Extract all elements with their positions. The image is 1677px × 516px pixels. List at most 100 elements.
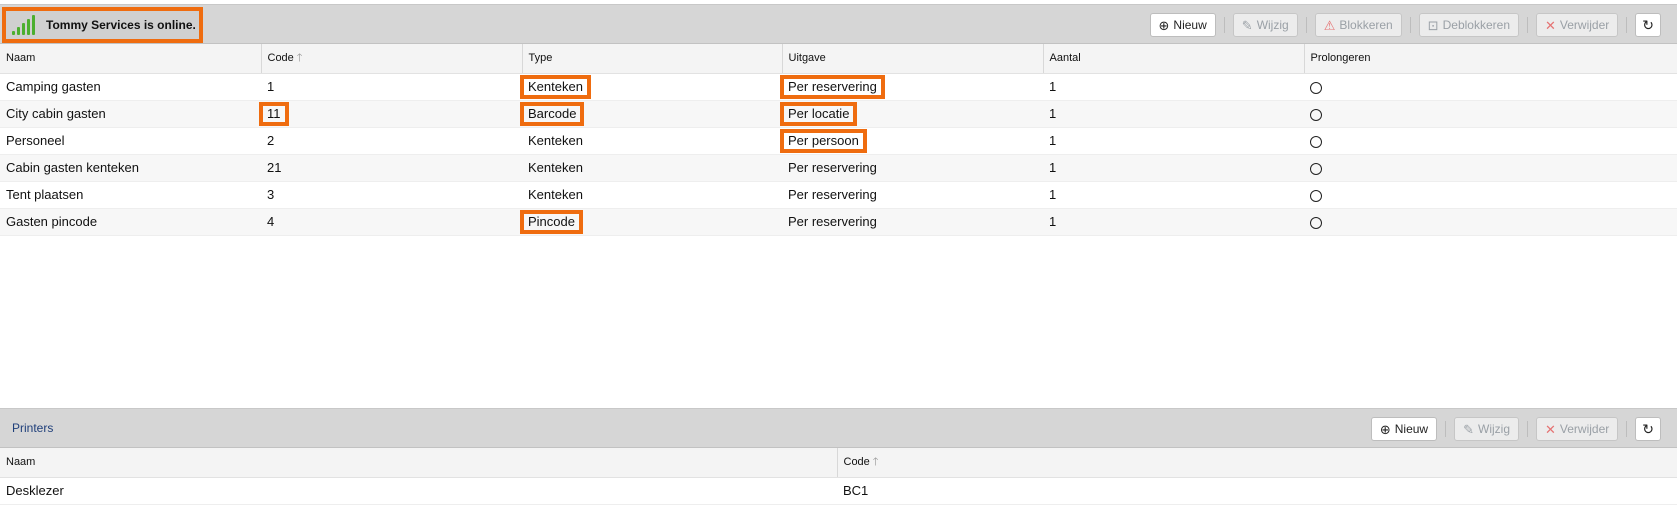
cell-uitgave: Per locatie bbox=[779, 100, 1043, 128]
plus-circle-icon: ⊕ bbox=[1379, 421, 1391, 437]
printer-edit-button[interactable]: ✎ Wijzig bbox=[1454, 417, 1519, 441]
cell-naam: City cabin gasten bbox=[0, 100, 261, 128]
codes-table: Naam Code 🡑 Type Uitgave Aantal Prolonger… bbox=[0, 44, 1677, 236]
cell-naam: Personeel bbox=[0, 127, 261, 155]
cell-type: Barcode bbox=[519, 100, 782, 128]
cell-type: Pincode bbox=[520, 208, 782, 236]
cell-prolongeren bbox=[1304, 208, 1677, 236]
cell-uitgave: Per reservering bbox=[780, 73, 1043, 101]
column-header-naam[interactable]: Naam bbox=[0, 44, 262, 74]
cell-type: Kenteken bbox=[520, 73, 782, 101]
table-row[interactable]: Tent plaatsen 3 Kenteken Per reservering… bbox=[0, 181, 1677, 209]
cell-code: BC1 bbox=[837, 477, 1677, 505]
close-icon: ✕ bbox=[1545, 17, 1556, 33]
radio-icon[interactable] bbox=[1310, 81, 1322, 94]
printer-edit-button-label: Wijzig bbox=[1478, 422, 1510, 436]
connection-status: Tommy Services is online. bbox=[2, 7, 203, 43]
cell-naam: Cabin gasten kenteken bbox=[0, 154, 261, 182]
sort-up-icon: 🡑 bbox=[296, 51, 303, 64]
cell-aantal: 1 bbox=[1043, 100, 1304, 128]
cell-prolongeren bbox=[1304, 73, 1677, 101]
cell-code: 21 bbox=[261, 154, 522, 182]
table-row[interactable]: Gasten pincode 4 Pincode Per reservering… bbox=[0, 208, 1677, 236]
unblock-button[interactable]: ⊡ Deblokkeren bbox=[1418, 13, 1519, 37]
cell-naam: Tent plaatsen bbox=[0, 181, 261, 209]
refresh-icon: ↻ bbox=[1642, 16, 1654, 33]
cell-code: 3 bbox=[261, 181, 522, 209]
unblock-button-label: Deblokkeren bbox=[1442, 18, 1510, 32]
cell-uitgave: Per persoon bbox=[780, 127, 1043, 155]
printer-delete-button-label: Verwijder bbox=[1559, 422, 1610, 436]
plus-circle-icon: ⊕ bbox=[1158, 17, 1170, 33]
new-button[interactable]: ⊕ Nieuw bbox=[1149, 13, 1216, 37]
codes-actions: ⊕ Nieuw ✎ Wijzig ⚠ Blokkeren ⊡ Deblokker… bbox=[1144, 5, 1661, 45]
printers-table: Naam Code 🡑 Desklezer BC1 bbox=[0, 448, 1677, 505]
refresh-button[interactable]: ↻ bbox=[1635, 13, 1661, 37]
codes-panel: Tommy Services is online. ⊕ Nieuw ✎ Wijz… bbox=[0, 4, 1677, 236]
table-row[interactable]: City cabin gasten 11 Barcode Per locatie… bbox=[0, 100, 1677, 128]
table-row[interactable]: Personeel 2 Kenteken Per persoon 1 bbox=[0, 127, 1677, 155]
codes-toolbar: Tommy Services is online. ⊕ Nieuw ✎ Wijz… bbox=[0, 4, 1677, 44]
cell-prolongeren bbox=[1304, 181, 1677, 209]
unlock-icon: ⊡ bbox=[1427, 17, 1439, 33]
cell-code: 4 bbox=[261, 208, 522, 236]
table-row[interactable]: Desklezer BC1 bbox=[0, 477, 1677, 505]
edit-button[interactable]: ✎ Wijzig bbox=[1232, 13, 1298, 37]
signal-icon bbox=[12, 15, 37, 35]
printers-title: Printers bbox=[12, 421, 54, 435]
column-header-code[interactable]: Code 🡑 bbox=[261, 44, 523, 74]
cell-type: Kenteken bbox=[522, 181, 782, 209]
refresh-icon: ↻ bbox=[1642, 420, 1654, 437]
cell-prolongeren bbox=[1304, 127, 1677, 155]
cell-code: 1 bbox=[261, 73, 522, 101]
radio-icon[interactable] bbox=[1310, 189, 1322, 202]
cell-aantal: 1 bbox=[1043, 154, 1304, 182]
cell-prolongeren bbox=[1304, 100, 1677, 128]
printers-panel: Printers ⊕ Nieuw ✎ Wijzig ✕ Verwijder ↻ bbox=[0, 408, 1677, 508]
cell-aantal: 1 bbox=[1043, 73, 1304, 101]
cell-aantal: 1 bbox=[1043, 181, 1304, 209]
column-header-code[interactable]: Code 🡑 bbox=[837, 448, 1677, 478]
cell-naam: Desklezer bbox=[0, 477, 837, 505]
cell-aantal: 1 bbox=[1043, 208, 1304, 236]
radio-icon[interactable] bbox=[1310, 216, 1322, 229]
cell-aantal: 1 bbox=[1043, 127, 1304, 155]
cell-prolongeren bbox=[1304, 154, 1677, 182]
delete-button[interactable]: ✕ Verwijder bbox=[1536, 13, 1619, 37]
cell-type: Kenteken bbox=[522, 127, 782, 155]
warning-icon: ⚠ bbox=[1323, 17, 1336, 33]
column-header-prolongeren[interactable]: Prolongeren bbox=[1304, 44, 1677, 74]
column-header-uitgave[interactable]: Uitgave bbox=[782, 44, 1044, 74]
cell-uitgave: Per reservering bbox=[782, 154, 1043, 182]
cell-uitgave: Per reservering bbox=[782, 208, 1043, 236]
cell-uitgave: Per reservering bbox=[782, 181, 1043, 209]
cell-naam: Gasten pincode bbox=[0, 208, 261, 236]
column-header-type[interactable]: Type bbox=[522, 44, 783, 74]
column-header-aantal[interactable]: Aantal bbox=[1043, 44, 1305, 74]
table-row[interactable]: Camping gasten 1 Kenteken Per reserverin… bbox=[0, 73, 1677, 101]
block-button-label: Blokkeren bbox=[1339, 18, 1393, 32]
delete-button-label: Verwijder bbox=[1559, 18, 1610, 32]
cell-naam: Camping gasten bbox=[0, 73, 261, 101]
printers-actions: ⊕ Nieuw ✎ Wijzig ✕ Verwijder ↻ bbox=[1365, 409, 1661, 449]
close-icon: ✕ bbox=[1545, 421, 1556, 437]
printer-new-button[interactable]: ⊕ Nieuw bbox=[1370, 417, 1438, 441]
radio-icon[interactable] bbox=[1310, 135, 1322, 148]
cell-code: 2 bbox=[261, 127, 522, 155]
new-button-label: Nieuw bbox=[1173, 18, 1207, 32]
pencil-icon: ✎ bbox=[1241, 17, 1253, 33]
radio-icon[interactable] bbox=[1310, 108, 1322, 121]
column-header-naam[interactable]: Naam bbox=[0, 448, 838, 478]
cell-code: 11 bbox=[259, 100, 522, 128]
printers-toolbar: Printers ⊕ Nieuw ✎ Wijzig ✕ Verwijder ↻ bbox=[0, 408, 1677, 448]
printer-refresh-button[interactable]: ↻ bbox=[1635, 417, 1661, 441]
table-row[interactable]: Cabin gasten kenteken 21 Kenteken Per re… bbox=[0, 154, 1677, 182]
block-button[interactable]: ⚠ Blokkeren bbox=[1314, 13, 1402, 37]
edit-button-label: Wijzig bbox=[1256, 18, 1289, 32]
cell-type: Kenteken bbox=[522, 154, 782, 182]
printer-delete-button[interactable]: ✕ Verwijder bbox=[1536, 417, 1619, 441]
printer-new-button-label: Nieuw bbox=[1394, 422, 1429, 436]
sort-up-icon: 🡑 bbox=[872, 455, 879, 468]
status-text: Tommy Services is online. bbox=[46, 18, 196, 32]
radio-icon[interactable] bbox=[1310, 162, 1322, 175]
